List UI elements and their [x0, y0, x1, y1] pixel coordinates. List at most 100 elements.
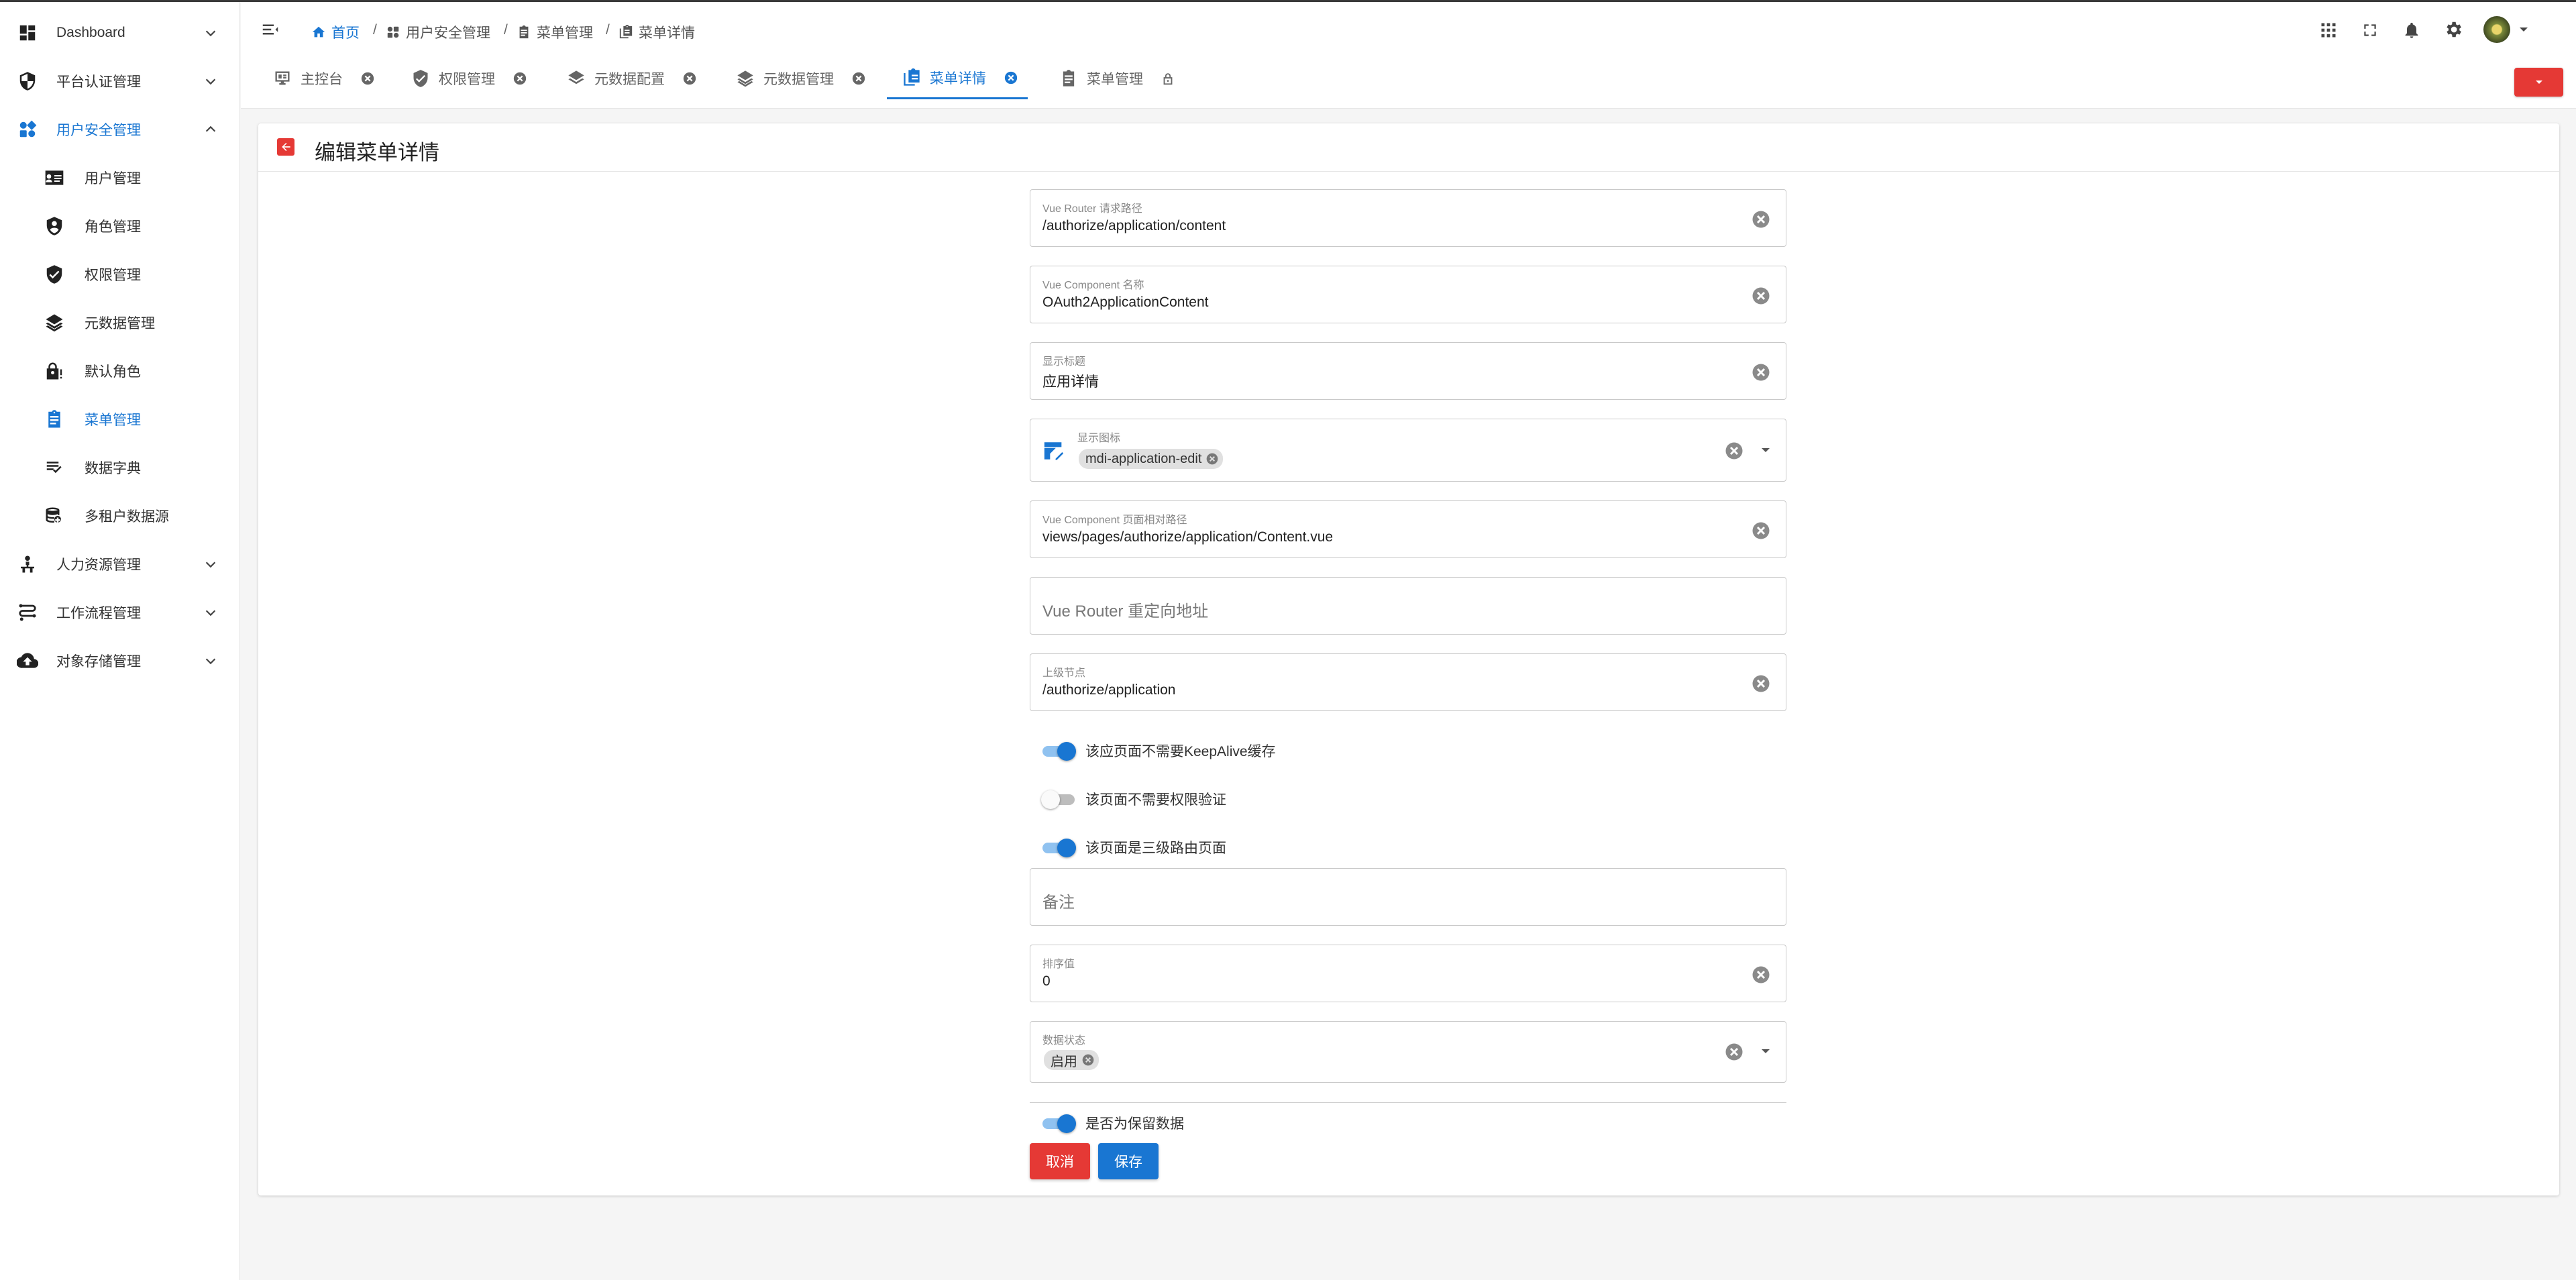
router-path-field[interactable]: Vue Router 请求路径 /authorize/application/c…	[1030, 189, 1786, 247]
close-icon[interactable]	[682, 71, 697, 86]
third-level-switch[interactable]	[1041, 837, 1076, 857]
sidebar-item-label: 权限管理	[85, 268, 141, 283]
sidebar-item-menu-management[interactable]: 菜单管理	[0, 395, 240, 443]
tab-dashboard[interactable]: 主控台	[272, 58, 375, 99]
chip-close-icon[interactable]	[1081, 1053, 1095, 1067]
clear-icon[interactable]	[1751, 362, 1771, 382]
tab-metadata-management[interactable]: 元数据管理	[735, 58, 866, 99]
field-label: 上级节点	[1042, 668, 1086, 679]
redirect-field[interactable]: Vue Router 重定向地址	[1030, 577, 1786, 635]
caret-down-icon[interactable]	[1760, 446, 1771, 454]
page-title: 编辑菜单详情	[315, 141, 439, 164]
reserved-switch-row[interactable]: 是否为保留数据	[1041, 1110, 1184, 1136]
menu-collapse-icon[interactable]	[259, 18, 282, 41]
sidebar-item-user-security[interactable]: 用户安全管理	[0, 105, 240, 154]
field-placeholder: 备注	[1042, 894, 1075, 912]
gear-icon[interactable]	[2442, 18, 2465, 41]
clear-icon[interactable]	[1751, 286, 1771, 306]
cancel-button[interactable]: 取消	[1030, 1143, 1090, 1179]
chevron-down-icon	[203, 557, 218, 572]
sidebar-item-dashboard[interactable]: Dashboard	[0, 9, 240, 57]
breadcrumb-menu-management[interactable]: 菜单管理	[517, 22, 593, 42]
clear-icon[interactable]	[1751, 965, 1771, 985]
workflow-icon	[16, 601, 39, 624]
tab-bar: 主控台 权限管理 元数据配置 元数据管理 菜单详情 菜单管理	[241, 58, 2576, 109]
field-value[interactable]: /authorize/application	[1042, 682, 1175, 698]
caret-down-icon[interactable]	[2517, 23, 2530, 36]
reserved-switch[interactable]	[1041, 1113, 1076, 1133]
account-tree-icon	[16, 553, 39, 576]
sidebar-item-users[interactable]: 用户管理	[0, 154, 240, 202]
tab-metadata-config[interactable]: 元数据配置	[566, 58, 697, 99]
sidebar-item-label: 工作流程管理	[56, 606, 141, 621]
field-value[interactable]: /authorize/application/content	[1042, 218, 1226, 234]
save-button[interactable]: 保存	[1098, 1143, 1159, 1179]
clear-icon[interactable]	[1724, 441, 1744, 461]
bell-icon[interactable]	[2400, 19, 2423, 42]
field-value[interactable]: 0	[1042, 973, 1051, 990]
tab-menu-detail[interactable]: 菜单详情	[887, 58, 1028, 99]
clear-icon[interactable]	[1751, 209, 1771, 229]
breadcrumb-user-security[interactable]: 用户安全管理	[386, 22, 490, 42]
app-header: 首页 / 用户安全管理 / 菜单管理 / 菜单详情	[241, 2, 2576, 58]
sidebar-item-platform-auth[interactable]: 平台认证管理	[0, 57, 240, 105]
display-title-field[interactable]: 显示标题 应用详情	[1030, 342, 1786, 400]
sidebar-item-workflow[interactable]: 工作流程管理	[0, 588, 240, 637]
data-status-select[interactable]: 数据状态 启用	[1030, 1021, 1786, 1083]
chip-label: 启用	[1051, 1054, 1077, 1069]
close-icon[interactable]	[851, 71, 866, 86]
keepalive-switch-row[interactable]: 该应页面不需要KeepAlive缓存	[1041, 737, 1276, 764]
database-icon	[43, 504, 66, 527]
caret-down-icon	[2535, 80, 2542, 84]
chip-close-icon[interactable]	[1205, 452, 1219, 466]
sidebar-item-hr[interactable]: 人力资源管理	[0, 540, 240, 588]
field-value[interactable]: views/pages/authorize/application/Conten…	[1042, 529, 1333, 545]
sidebar-item-permissions[interactable]: 权限管理	[0, 250, 240, 299]
field-value[interactable]: 应用详情	[1042, 371, 1099, 391]
close-icon[interactable]	[513, 71, 527, 86]
no-auth-switch[interactable]	[1041, 789, 1076, 809]
clear-icon[interactable]	[1724, 1042, 1744, 1062]
third-level-switch-row[interactable]: 该页面是三级路由页面	[1041, 834, 1226, 861]
selected-chip[interactable]: 启用	[1044, 1050, 1099, 1070]
sidebar-item-tenant-datasource[interactable]: 多租户数据源	[0, 492, 240, 540]
clear-icon[interactable]	[1751, 521, 1771, 541]
switch-label: 该页面不需要权限验证	[1085, 792, 1226, 808]
tab-label: 主控台	[301, 72, 343, 87]
sidebar-item-label: 默认角色	[85, 364, 141, 380]
apps-grid-icon[interactable]	[2317, 19, 2340, 42]
clipboard-multiple-icon	[619, 25, 633, 39]
lock-account-icon	[43, 360, 66, 382]
clear-icon[interactable]	[1751, 674, 1771, 694]
sidebar-item-roles[interactable]: 角色管理	[0, 202, 240, 250]
sidebar: Dashboard 平台认证管理 用户安全管理 用户管理 角色管理 权限管理 元…	[0, 2, 240, 1280]
tab-label: 元数据管理	[763, 72, 834, 87]
parent-node-field[interactable]: 上级节点 /authorize/application	[1030, 653, 1786, 711]
sort-value-field[interactable]: 排序值 0	[1030, 945, 1786, 1002]
tab-permissions[interactable]: 权限管理	[411, 58, 527, 99]
field-label: 排序值	[1042, 959, 1075, 970]
field-value[interactable]: OAuth2ApplicationContent	[1042, 295, 1209, 311]
breadcrumb-home[interactable]: 首页	[311, 22, 360, 42]
close-icon[interactable]	[360, 71, 375, 86]
sidebar-item-default-role[interactable]: 默认角色	[0, 347, 240, 395]
component-name-field[interactable]: Vue Component 名称 OAuth2ApplicationConten…	[1030, 266, 1786, 323]
home-icon	[312, 26, 325, 38]
sidebar-item-dictionary[interactable]: 数据字典	[0, 443, 240, 492]
close-icon[interactable]	[1004, 70, 1018, 85]
avatar[interactable]	[2483, 16, 2510, 43]
tab-actions-dropdown-button[interactable]	[2514, 68, 2563, 97]
remark-field[interactable]: 备注	[1030, 868, 1786, 926]
tab-menu-management[interactable]: 菜单管理	[1059, 58, 1175, 99]
keepalive-switch[interactable]	[1041, 741, 1076, 761]
display-icon-select[interactable]: 显示图标 mdi-application-edit	[1030, 419, 1786, 482]
sidebar-item-object-storage[interactable]: 对象存储管理	[0, 637, 240, 685]
back-button[interactable]	[277, 138, 294, 156]
caret-down-icon[interactable]	[1760, 1047, 1771, 1055]
no-auth-switch-row[interactable]: 该页面不需要权限验证	[1041, 786, 1226, 812]
component-path-field[interactable]: Vue Component 页面相对路径 views/pages/authori…	[1030, 500, 1786, 558]
sidebar-item-metadata[interactable]: 元数据管理	[0, 299, 240, 347]
selected-chip[interactable]: mdi-application-edit	[1079, 449, 1224, 469]
monitor-icon	[272, 68, 292, 89]
fullscreen-icon[interactable]	[2359, 19, 2381, 42]
